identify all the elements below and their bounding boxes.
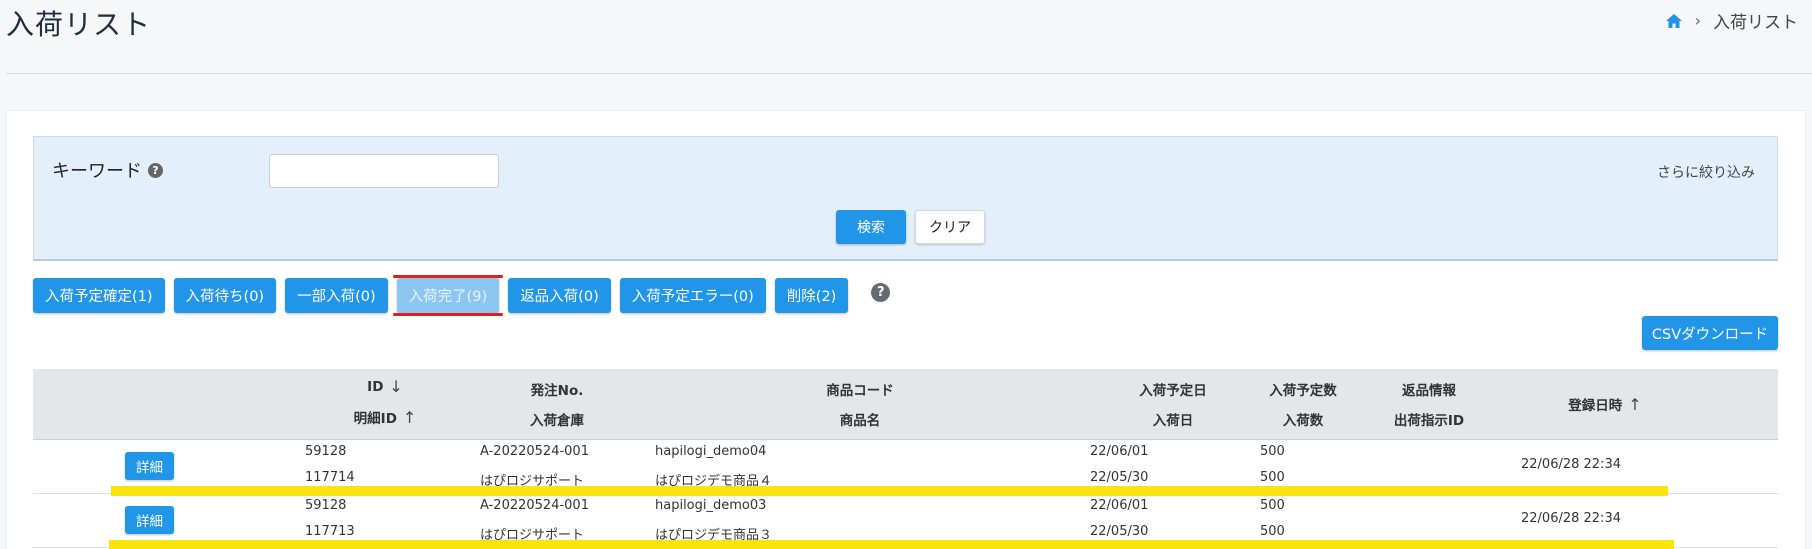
cell-arrival-qty: 500 [1260,470,1285,485]
col-product-code: 商品コード [826,383,894,399]
cell-arrival-date: 22/05/30 [1090,470,1149,485]
arrival-table: ID ↓ 明細ID ↑ 発注No. 入荷倉庫 商品コード 商品名 入荷予定日 入… [33,369,1778,549]
cell-arrival-date: 22/05/30 [1090,524,1149,539]
col-shipping-id: 出荷指示ID [1393,413,1465,429]
cell-product-code: hapilogi_demo04 [655,444,767,459]
col-arrival-date: 入荷日 [1152,413,1194,429]
detail-button[interactable]: 詳細 [125,506,174,534]
filter-deleted[interactable]: 削除(2) [774,278,849,313]
search-button[interactable]: 検索 [836,210,906,244]
keyword-input[interactable] [269,154,499,188]
filter-planned-error[interactable]: 入荷予定エラー(0) [619,278,766,313]
header-divider [6,73,1812,74]
breadcrumb: › 入荷リスト [1665,8,1798,33]
home-icon[interactable] [1665,13,1683,29]
cell-order-no: A-20220524-001 [480,444,589,459]
filter-waiting[interactable]: 入荷待ち(0) [173,278,277,313]
cell-detail-id: 117713 [305,524,355,539]
cell-registered-at: 22/06/28 22:34 [1521,511,1621,526]
col-planned-qty: 入荷予定数 [1269,383,1337,399]
filter-return[interactable]: 返品入荷(0) [508,278,611,313]
chevron-right-icon: › [1694,11,1701,30]
cell-planned-date: 22/06/01 [1090,444,1149,459]
cell-product-code: hapilogi_demo03 [655,498,767,513]
cell-planned-qty: 500 [1260,444,1285,459]
col-planned-date: 入荷予定日 [1139,383,1207,399]
filter-completed[interactable]: 入荷完了(9) [392,275,503,316]
col-registered-at[interactable]: 登録日時 ↑ [1568,394,1642,415]
col-registered-at-label: 登録日時 [1568,398,1623,414]
help-icon[interactable]: ? [871,283,891,302]
sort-asc-icon: ↑ [402,407,417,427]
col-detail-id-label: 明細ID [353,411,397,427]
keyword-label: キーワード ? [52,157,163,183]
page-title: 入荷リスト [6,8,152,41]
cell-arrival-qty: 500 [1260,524,1285,539]
help-icon[interactable]: ? [148,162,163,178]
status-filter-bar: 入荷予定確定(1) 入荷待ち(0) 一部入荷(0) 入荷完了(9) 返品入荷(0… [33,275,891,316]
table-header: ID ↓ 明細ID ↑ 発注No. 入荷倉庫 商品コード 商品名 入荷予定日 入… [33,369,1778,440]
sort-desc-icon: ↓ [389,377,403,396]
cell-id: 59128 [305,498,347,513]
col-detail-id[interactable]: 明細ID ↑ [353,407,417,428]
col-id-label: ID [367,378,384,395]
clear-button[interactable]: クリア [915,210,985,244]
table-row: 詳細 59128 117713 A-20220524-001 はぴロジサポート … [33,494,1778,549]
filter-partial[interactable]: 一部入荷(0) [285,278,388,313]
col-product-name: 商品名 [839,413,881,429]
filter-planned-confirmed[interactable]: 入荷予定確定(1) [33,278,165,313]
cell-order-no: A-20220524-001 [480,498,589,513]
col-arrival-qty: 入荷数 [1282,413,1324,429]
breadcrumb-current: 入荷リスト [1713,13,1798,33]
col-order-no: 発注No. [530,383,584,399]
row-highlight-annotation [109,540,1674,549]
csv-download-button[interactable]: CSVダウンロード [1642,316,1778,350]
col-return-info: 返品情報 [1402,383,1456,399]
main-card: キーワード ? さらに絞り込み 検索 クリア 入荷予定確定(1) 入荷待ち(0)… [6,110,1806,549]
cell-detail-id: 117714 [305,470,355,485]
cell-id: 59128 [305,444,347,459]
cell-registered-at: 22/06/28 22:34 [1521,457,1621,472]
cell-planned-date: 22/06/01 [1090,498,1149,513]
col-warehouse: 入荷倉庫 [530,413,584,429]
sort-asc-icon: ↑ [1628,394,1642,414]
keyword-label-text: キーワード [52,161,142,182]
detail-button[interactable]: 詳細 [125,452,174,480]
search-panel: キーワード ? さらに絞り込み 検索 クリア [33,136,1778,261]
table-row: 詳細 59128 117714 A-20220524-001 はぴロジサポート … [33,440,1778,496]
refine-link[interactable]: さらに絞り込み [1657,162,1755,182]
cell-planned-qty: 500 [1260,498,1285,513]
col-id[interactable]: ID ↓ [367,377,403,396]
